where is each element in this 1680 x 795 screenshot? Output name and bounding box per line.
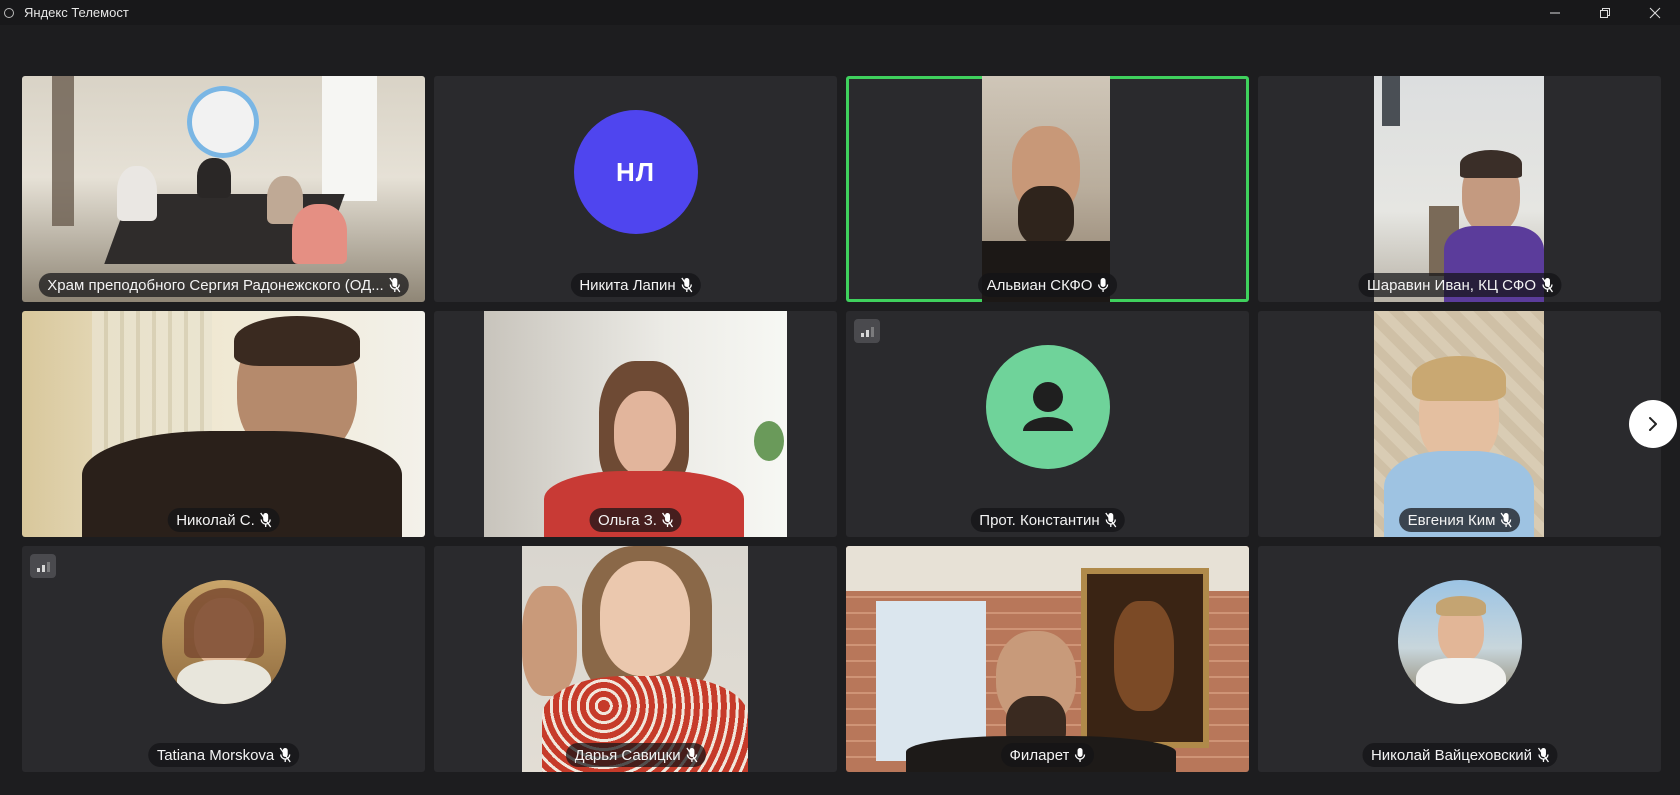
- window-controls: [1530, 0, 1680, 25]
- participant-name: Tatiana Morskova: [156, 746, 275, 764]
- participant-name: Шаравин Иван, КЦ СФО: [1366, 276, 1537, 294]
- restore-icon: [1600, 7, 1610, 18]
- participant-video: [484, 311, 787, 537]
- window-title: Яндекс Телемост: [24, 5, 129, 20]
- telemost-icon: [4, 7, 14, 18]
- microphone-icon[interactable]: [279, 747, 291, 763]
- title-bar: Яндекс Телемост: [0, 0, 1680, 25]
- participant-name-tag: Альвиан СКФО: [977, 273, 1118, 297]
- participant-name-tag: Храм преподобного Сергия Радонежского (О…: [38, 273, 409, 297]
- chevron-right-icon: [1649, 417, 1657, 431]
- microphone-icon[interactable]: [389, 277, 401, 293]
- microphone-icon[interactable]: [1097, 277, 1109, 293]
- close-button[interactable]: [1630, 0, 1680, 25]
- default-avatar: [985, 345, 1110, 469]
- participant-name: Филарет: [1009, 746, 1070, 764]
- participant-name-tag: Евгения Ким: [1398, 508, 1521, 532]
- participant-name-tag: Прот. Константин: [970, 508, 1125, 532]
- participant-name: Николай Вайцеховский: [1370, 746, 1533, 764]
- minimize-icon: [1550, 12, 1560, 13]
- participant-name: Никита Лапин: [579, 276, 676, 294]
- participant-video: [1374, 311, 1544, 537]
- participant-tile[interactable]: Николай Вайцеховский: [1258, 546, 1661, 772]
- participant-name-tag: Филарет: [1000, 743, 1095, 767]
- microphone-icon[interactable]: [1541, 277, 1553, 293]
- participant-tile[interactable]: Евгения Ким: [1258, 311, 1661, 537]
- participant-video: [522, 546, 748, 772]
- signal-icon: [30, 554, 56, 578]
- participant-video: [846, 546, 1249, 772]
- person-icon: [1022, 382, 1073, 431]
- participant-name: Храм преподобного Сергия Радонежского (О…: [47, 276, 384, 294]
- microphone-icon[interactable]: [681, 277, 693, 293]
- participant-tile[interactable]: Филарет: [846, 546, 1249, 772]
- participant-tile[interactable]: Прот. Константин: [846, 311, 1249, 537]
- microphone-icon[interactable]: [1537, 747, 1549, 763]
- signal-icon: [854, 319, 880, 343]
- microphone-icon[interactable]: [260, 512, 272, 528]
- participant-name: Альвиан СКФО: [986, 276, 1093, 294]
- participant-video: [22, 76, 425, 302]
- participant-name-tag: Дарья Савицки: [565, 743, 706, 767]
- participant-tile[interactable]: НЛ Никита Лапин: [434, 76, 837, 302]
- participant-tile-active-speaker[interactable]: Альвиан СКФО: [846, 76, 1249, 302]
- next-page-button[interactable]: [1629, 400, 1677, 448]
- microphone-icon[interactable]: [1074, 747, 1086, 763]
- participant-tile[interactable]: Шаравин Иван, КЦ СФО: [1258, 76, 1661, 302]
- participant-name: Ольга З.: [598, 511, 657, 529]
- minimize-button[interactable]: [1530, 0, 1580, 25]
- participant-tile[interactable]: Дарья Савицки: [434, 546, 837, 772]
- close-icon: [1649, 7, 1661, 18]
- participant-name-tag: Tatiana Morskova: [147, 743, 300, 767]
- participant-name: Евгения Ким: [1407, 511, 1496, 529]
- participant-tile[interactable]: Николай С.: [22, 311, 425, 537]
- participant-name-tag: Никита Лапин: [570, 273, 701, 297]
- participant-tile[interactable]: Храм преподобного Сергия Радонежского (О…: [22, 76, 425, 302]
- participants-grid: Храм преподобного Сергия Радонежского (О…: [22, 76, 1661, 772]
- participant-name-tag: Николай С.: [167, 508, 280, 532]
- microphone-icon[interactable]: [662, 512, 674, 528]
- participant-name: Николай С.: [176, 511, 255, 529]
- photo-avatar: [1397, 580, 1522, 704]
- participant-video: [22, 311, 425, 537]
- participant-video: [982, 76, 1110, 302]
- initials-avatar: НЛ: [573, 110, 698, 234]
- participant-tile[interactable]: Ольга З.: [434, 311, 837, 537]
- participant-tile[interactable]: Tatiana Morskova: [22, 546, 425, 772]
- microphone-icon[interactable]: [1105, 512, 1117, 528]
- microphone-icon[interactable]: [686, 747, 698, 763]
- participant-name: Прот. Константин: [979, 511, 1100, 529]
- participant-video: [1374, 76, 1544, 302]
- participant-name: Дарья Савицки: [574, 746, 681, 764]
- participant-name-tag: Ольга З.: [589, 508, 682, 532]
- microphone-icon[interactable]: [1500, 512, 1512, 528]
- participant-name-tag: Шаравин Иван, КЦ СФО: [1357, 273, 1562, 297]
- photo-avatar: [161, 580, 286, 704]
- restore-button[interactable]: [1580, 0, 1630, 25]
- participant-name-tag: Николай Вайцеховский: [1361, 743, 1558, 767]
